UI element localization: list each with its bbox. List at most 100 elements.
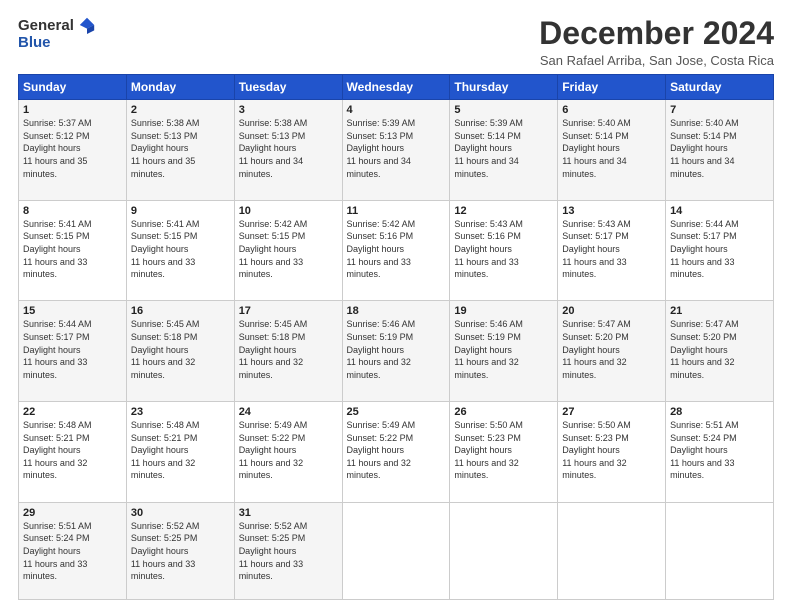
table-row: 8 Sunrise: 5:41 AMSunset: 5:15 PMDayligh… <box>19 200 127 301</box>
day-info: Sunrise: 5:48 AMSunset: 5:21 PMDaylight … <box>131 420 200 480</box>
day-number: 13 <box>562 205 661 217</box>
day-info: Sunrise: 5:42 AMSunset: 5:16 PMDaylight … <box>347 219 416 279</box>
day-number: 3 <box>239 104 338 116</box>
day-number: 26 <box>454 406 553 418</box>
table-row: 29 Sunrise: 5:51 AMSunset: 5:24 PMDaylig… <box>19 502 127 599</box>
day-number: 1 <box>23 104 122 116</box>
day-info: Sunrise: 5:49 AMSunset: 5:22 PMDaylight … <box>347 420 416 480</box>
header: General Blue December 2024 San Rafael Ar… <box>18 16 774 68</box>
day-number: 10 <box>239 205 338 217</box>
logo: General Blue <box>18 16 96 51</box>
calendar-row: 8 Sunrise: 5:41 AMSunset: 5:15 PMDayligh… <box>19 200 774 301</box>
logo-blue-text: Blue <box>18 34 51 51</box>
day-number: 24 <box>239 406 338 418</box>
table-row: 20 Sunrise: 5:47 AMSunset: 5:20 PMDaylig… <box>558 301 666 402</box>
day-number: 8 <box>23 205 122 217</box>
table-row: 26 Sunrise: 5:50 AMSunset: 5:23 PMDaylig… <box>450 402 558 503</box>
day-info: Sunrise: 5:40 AMSunset: 5:14 PMDaylight … <box>670 118 739 178</box>
day-number: 17 <box>239 305 338 317</box>
table-row: 30 Sunrise: 5:52 AMSunset: 5:25 PMDaylig… <box>126 502 234 599</box>
col-tuesday: Tuesday <box>234 75 342 100</box>
day-info: Sunrise: 5:41 AMSunset: 5:15 PMDaylight … <box>131 219 200 279</box>
table-row: 6 Sunrise: 5:40 AMSunset: 5:14 PMDayligh… <box>558 100 666 201</box>
table-row: 1 Sunrise: 5:37 AMSunset: 5:12 PMDayligh… <box>19 100 127 201</box>
day-number: 25 <box>347 406 446 418</box>
calendar-table: Sunday Monday Tuesday Wednesday Thursday… <box>18 74 774 600</box>
table-row: 24 Sunrise: 5:49 AMSunset: 5:22 PMDaylig… <box>234 402 342 503</box>
day-info: Sunrise: 5:49 AMSunset: 5:22 PMDaylight … <box>239 420 308 480</box>
day-info: Sunrise: 5:41 AMSunset: 5:15 PMDaylight … <box>23 219 92 279</box>
table-row: 19 Sunrise: 5:46 AMSunset: 5:19 PMDaylig… <box>450 301 558 402</box>
day-info: Sunrise: 5:43 AMSunset: 5:16 PMDaylight … <box>454 219 523 279</box>
table-row: 16 Sunrise: 5:45 AMSunset: 5:18 PMDaylig… <box>126 301 234 402</box>
day-info: Sunrise: 5:50 AMSunset: 5:23 PMDaylight … <box>454 420 523 480</box>
day-info: Sunrise: 5:52 AMSunset: 5:25 PMDaylight … <box>131 521 200 581</box>
col-sunday: Sunday <box>19 75 127 100</box>
day-number: 4 <box>347 104 446 116</box>
day-info: Sunrise: 5:51 AMSunset: 5:24 PMDaylight … <box>670 420 739 480</box>
col-monday: Monday <box>126 75 234 100</box>
table-row <box>450 502 558 599</box>
day-info: Sunrise: 5:39 AMSunset: 5:14 PMDaylight … <box>454 118 523 178</box>
col-friday: Friday <box>558 75 666 100</box>
day-info: Sunrise: 5:44 AMSunset: 5:17 PMDaylight … <box>670 219 739 279</box>
col-thursday: Thursday <box>450 75 558 100</box>
day-info: Sunrise: 5:44 AMSunset: 5:17 PMDaylight … <box>23 319 92 379</box>
table-row: 22 Sunrise: 5:48 AMSunset: 5:21 PMDaylig… <box>19 402 127 503</box>
day-number: 28 <box>670 406 769 418</box>
day-info: Sunrise: 5:38 AMSunset: 5:13 PMDaylight … <box>239 118 308 178</box>
day-number: 9 <box>131 205 230 217</box>
logo-icon <box>78 16 96 34</box>
table-row: 28 Sunrise: 5:51 AMSunset: 5:24 PMDaylig… <box>666 402 774 503</box>
day-number: 15 <box>23 305 122 317</box>
table-row: 17 Sunrise: 5:45 AMSunset: 5:18 PMDaylig… <box>234 301 342 402</box>
day-info: Sunrise: 5:43 AMSunset: 5:17 PMDaylight … <box>562 219 631 279</box>
day-info: Sunrise: 5:48 AMSunset: 5:21 PMDaylight … <box>23 420 92 480</box>
day-number: 2 <box>131 104 230 116</box>
day-info: Sunrise: 5:51 AMSunset: 5:24 PMDaylight … <box>23 521 92 581</box>
day-info: Sunrise: 5:45 AMSunset: 5:18 PMDaylight … <box>239 319 308 379</box>
table-row: 11 Sunrise: 5:42 AMSunset: 5:16 PMDaylig… <box>342 200 450 301</box>
table-row: 10 Sunrise: 5:42 AMSunset: 5:15 PMDaylig… <box>234 200 342 301</box>
table-row: 27 Sunrise: 5:50 AMSunset: 5:23 PMDaylig… <box>558 402 666 503</box>
day-number: 18 <box>347 305 446 317</box>
table-row: 2 Sunrise: 5:38 AMSunset: 5:13 PMDayligh… <box>126 100 234 201</box>
day-info: Sunrise: 5:38 AMSunset: 5:13 PMDaylight … <box>131 118 200 178</box>
day-number: 12 <box>454 205 553 217</box>
calendar-row: 22 Sunrise: 5:48 AMSunset: 5:21 PMDaylig… <box>19 402 774 503</box>
table-row: 3 Sunrise: 5:38 AMSunset: 5:13 PMDayligh… <box>234 100 342 201</box>
day-info: Sunrise: 5:50 AMSunset: 5:23 PMDaylight … <box>562 420 631 480</box>
day-info: Sunrise: 5:47 AMSunset: 5:20 PMDaylight … <box>670 319 739 379</box>
day-number: 6 <box>562 104 661 116</box>
header-row: Sunday Monday Tuesday Wednesday Thursday… <box>19 75 774 100</box>
day-number: 11 <box>347 205 446 217</box>
day-number: 5 <box>454 104 553 116</box>
day-number: 27 <box>562 406 661 418</box>
location-subtitle: San Rafael Arriba, San Jose, Costa Rica <box>539 53 774 68</box>
day-number: 23 <box>131 406 230 418</box>
table-row: 15 Sunrise: 5:44 AMSunset: 5:17 PMDaylig… <box>19 301 127 402</box>
title-section: December 2024 San Rafael Arriba, San Jos… <box>539 16 774 68</box>
table-row: 21 Sunrise: 5:47 AMSunset: 5:20 PMDaylig… <box>666 301 774 402</box>
logo-general-text: General <box>18 17 74 34</box>
calendar-row: 15 Sunrise: 5:44 AMSunset: 5:17 PMDaylig… <box>19 301 774 402</box>
day-number: 30 <box>131 507 230 519</box>
day-number: 29 <box>23 507 122 519</box>
table-row: 7 Sunrise: 5:40 AMSunset: 5:14 PMDayligh… <box>666 100 774 201</box>
col-wednesday: Wednesday <box>342 75 450 100</box>
day-info: Sunrise: 5:42 AMSunset: 5:15 PMDaylight … <box>239 219 308 279</box>
day-number: 22 <box>23 406 122 418</box>
day-number: 21 <box>670 305 769 317</box>
table-row: 12 Sunrise: 5:43 AMSunset: 5:16 PMDaylig… <box>450 200 558 301</box>
day-number: 14 <box>670 205 769 217</box>
day-info: Sunrise: 5:47 AMSunset: 5:20 PMDaylight … <box>562 319 631 379</box>
table-row: 5 Sunrise: 5:39 AMSunset: 5:14 PMDayligh… <box>450 100 558 201</box>
table-row <box>666 502 774 599</box>
col-saturday: Saturday <box>666 75 774 100</box>
table-row: 25 Sunrise: 5:49 AMSunset: 5:22 PMDaylig… <box>342 402 450 503</box>
table-row: 9 Sunrise: 5:41 AMSunset: 5:15 PMDayligh… <box>126 200 234 301</box>
table-row: 4 Sunrise: 5:39 AMSunset: 5:13 PMDayligh… <box>342 100 450 201</box>
table-row <box>558 502 666 599</box>
day-info: Sunrise: 5:45 AMSunset: 5:18 PMDaylight … <box>131 319 200 379</box>
day-info: Sunrise: 5:37 AMSunset: 5:12 PMDaylight … <box>23 118 92 178</box>
